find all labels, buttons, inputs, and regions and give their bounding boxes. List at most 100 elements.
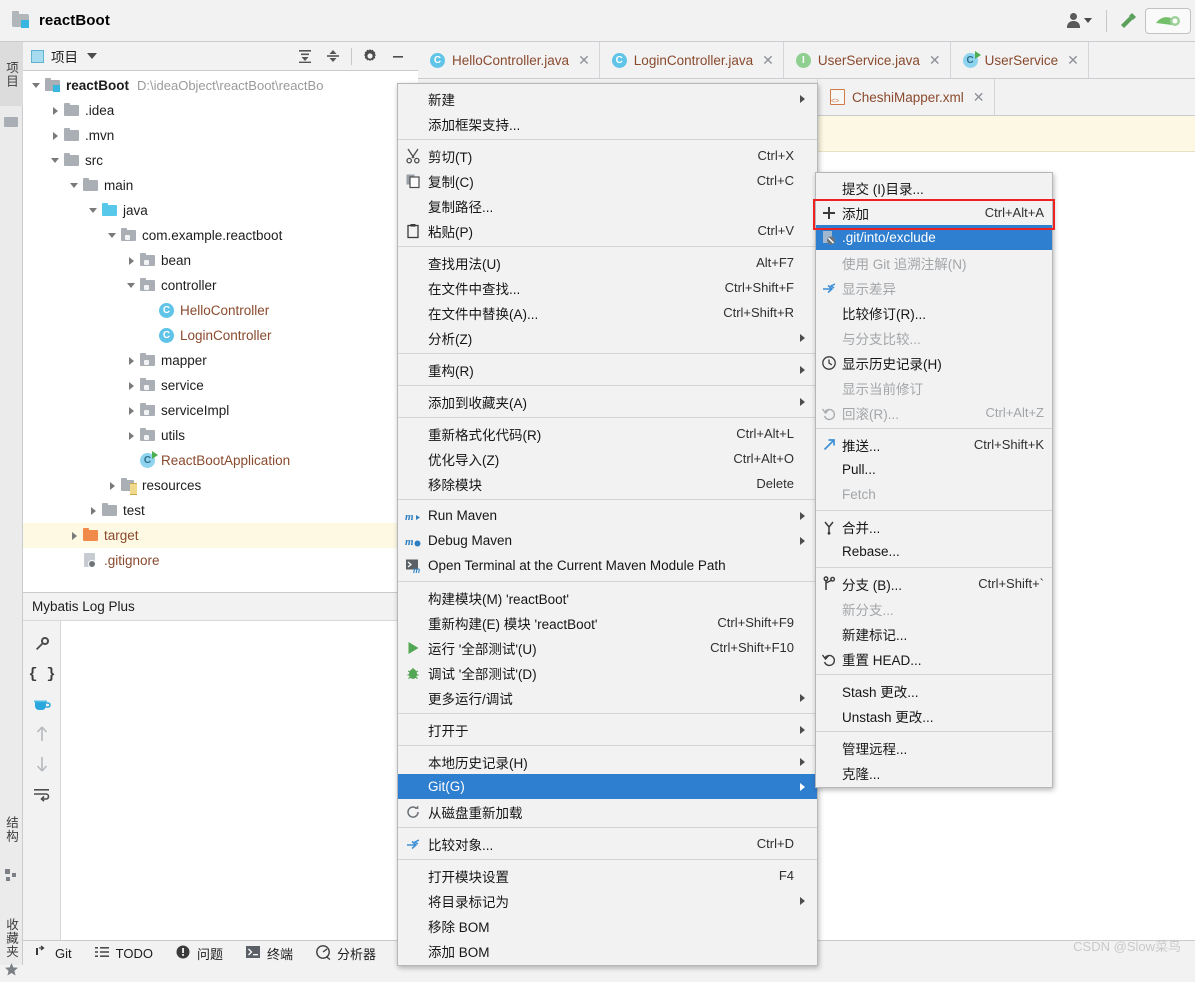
context-menu-item[interactable]: Git(G) [398,774,817,799]
status-bar-item[interactable]: TODO [94,944,153,963]
git-menu-item[interactable]: 合并... [816,514,1052,539]
git-menu-item[interactable]: 新分支... [816,596,1052,621]
chevron-down-icon[interactable] [48,154,62,168]
context-menu-item[interactable]: 本地历史记录(H) [398,749,817,774]
chevron-down-icon[interactable] [87,53,97,59]
git-menu-item[interactable]: 回滚(R)... Ctrl+Alt+Z [816,400,1052,425]
close-icon[interactable]: ✕ [762,52,774,69]
tree-node[interactable]: java [23,198,418,223]
context-menu-item[interactable]: m Open Terminal at the Current Maven Modu… [398,553,817,578]
wrench-icon[interactable] [23,629,61,659]
context-menu-item[interactable]: 复制(C) Ctrl+C [398,168,817,193]
chevron-right-icon[interactable] [105,479,119,493]
chevron-down-icon[interactable] [105,229,119,243]
git-menu-item[interactable]: Pull... [816,457,1052,482]
chevron-right-icon[interactable] [124,354,138,368]
close-icon[interactable]: ✕ [929,52,941,69]
braces-icon[interactable]: { } [23,659,61,689]
git-menu-item[interactable]: 显示历史记录(H) [816,350,1052,375]
context-menu-item[interactable]: 打开模块设置 F4 [398,863,817,888]
collapse-all-button[interactable] [319,44,347,68]
context-menu-item[interactable]: 添加到收藏夹(A) [398,389,817,414]
tree-node[interactable]: bean [23,248,418,273]
context-menu-item[interactable]: 运行 '全部测试'(U) Ctrl+Shift+F10 [398,635,817,660]
expand-all-button[interactable] [291,44,319,68]
git-menu-item[interactable]: 克隆... [816,760,1052,785]
tree-node[interactable]: .gitignore [23,548,418,573]
account-button[interactable] [1056,0,1102,41]
git-menu-item[interactable]: Stash 更改... [816,678,1052,703]
chevron-right-icon[interactable] [67,529,81,543]
tree-node[interactable]: main [23,173,418,198]
arrow-up-icon[interactable] [23,719,61,749]
git-menu-item[interactable]: .git/into/exclude [816,225,1052,250]
context-menu-item[interactable]: 在文件中查找... Ctrl+Shift+F [398,275,817,300]
sidebar-item-structure[interactable]: 结构 [0,797,23,861]
tree-node[interactable]: utils [23,423,418,448]
context-menu-item[interactable]: 调试 '全部测试'(D) [398,660,817,685]
tree-node[interactable]: target [23,523,418,548]
git-menu-item[interactable]: 与分支比较... [816,325,1052,350]
context-menu-item[interactable]: 粘贴(P) Ctrl+V [398,218,817,243]
tree-node[interactable]: reactBoot D:\ideaObject\reactBoot\reactBo [23,73,418,98]
chevron-down-icon[interactable] [124,279,138,293]
tree-node[interactable]: .idea [23,98,418,123]
sidebar-item-project[interactable]: 项目 [0,42,23,106]
coffee-icon[interactable] [23,689,61,719]
git-menu-item[interactable]: 显示差异 [816,275,1052,300]
git-menu-item[interactable]: 提交 (I)目录... [816,175,1052,200]
editor-tab[interactable]: C HelloController.java ✕ [418,42,600,78]
context-menu-item[interactable]: 分析(Z) [398,325,817,350]
tree-node[interactable]: src [23,148,418,173]
tree-node[interactable]: resources [23,473,418,498]
context-menu-item[interactable]: 添加框架支持... [398,111,817,136]
git-menu-item[interactable]: 显示当前修订 [816,375,1052,400]
chevron-right-icon[interactable] [48,129,62,143]
tree-node[interactable]: C HelloController [23,298,418,323]
tree-node[interactable]: serviceImpl [23,398,418,423]
chevron-down-icon[interactable] [29,79,43,93]
status-bar-item[interactable]: 分析器 [315,944,376,963]
editor-tab[interactable]: C UserService ✕ [950,42,1089,78]
status-bar-item[interactable]: 问题 [175,944,223,963]
git-menu-item[interactable]: Unstash 更改... [816,703,1052,728]
status-bar-item[interactable]: Git [33,944,72,963]
chevron-right-icon[interactable] [48,104,62,118]
git-menu-item[interactable]: 分支 (B)... Ctrl+Shift+` [816,571,1052,596]
git-menu-item[interactable]: Fetch [816,482,1052,507]
git-submenu[interactable]: 提交 (I)目录... 添加 Ctrl+Alt+A .git/into/exclude… [815,172,1053,788]
editor-tab[interactable]: CheshiMapper.xml ✕ [818,79,995,115]
context-menu-item[interactable]: m Run Maven [398,503,817,528]
context-menu-item[interactable]: 剪切(T) Ctrl+X [398,143,817,168]
git-menu-item[interactable]: Rebase... [816,539,1052,564]
git-menu-item[interactable]: 推送... Ctrl+Shift+K [816,432,1052,457]
chevron-right-icon[interactable] [124,379,138,393]
context-menu-item[interactable]: 重新格式化代码(R) Ctrl+Alt+L [398,421,817,446]
project-tree[interactable]: reactBoot D:\ideaObject\reactBoot\reactBo… [23,71,418,592]
tree-node[interactable]: service [23,373,418,398]
arrow-down-icon[interactable] [23,749,61,779]
context-menu-item[interactable]: 从磁盘重新加载 [398,799,817,824]
context-menu-item[interactable]: 查找用法(U) Alt+F7 [398,250,817,275]
git-menu-item[interactable]: 新建标记... [816,621,1052,646]
close-icon[interactable]: ✕ [578,52,590,69]
context-menu-item[interactable]: 更多运行/调试 [398,685,817,710]
git-menu-item[interactable]: 重置 HEAD... [816,646,1052,671]
git-menu-item[interactable]: 添加 Ctrl+Alt+A [816,200,1052,225]
chevron-down-icon[interactable] [86,204,100,218]
settings-button[interactable] [356,44,384,68]
tree-node[interactable]: .mvn [23,123,418,148]
context-menu-item[interactable]: 构建模块(M) 'reactBoot' [398,585,817,610]
chevron-right-icon[interactable] [86,504,100,518]
context-menu-item[interactable]: 添加 BOM [398,938,817,963]
context-menu-item[interactable]: 比较对象... Ctrl+D [398,831,817,856]
tree-node[interactable]: controller [23,273,418,298]
tree-node[interactable]: mapper [23,348,418,373]
git-menu-item[interactable]: 使用 Git 追溯注解(N) [816,250,1052,275]
build-button[interactable] [1111,0,1145,41]
context-menu-item[interactable]: 优化导入(Z) Ctrl+Alt+O [398,446,817,471]
run-configuration-button[interactable] [1145,7,1191,34]
context-menu-item[interactable]: 移除模块 Delete [398,471,817,496]
context-menu[interactable]: 新建 添加框架支持... 剪切(T) Ctrl+X 复制(C) Ctrl+C 复制路径...… [397,83,818,966]
context-menu-item[interactable]: 重新构建(E) 模块 'reactBoot' Ctrl+Shift+F9 [398,610,817,635]
